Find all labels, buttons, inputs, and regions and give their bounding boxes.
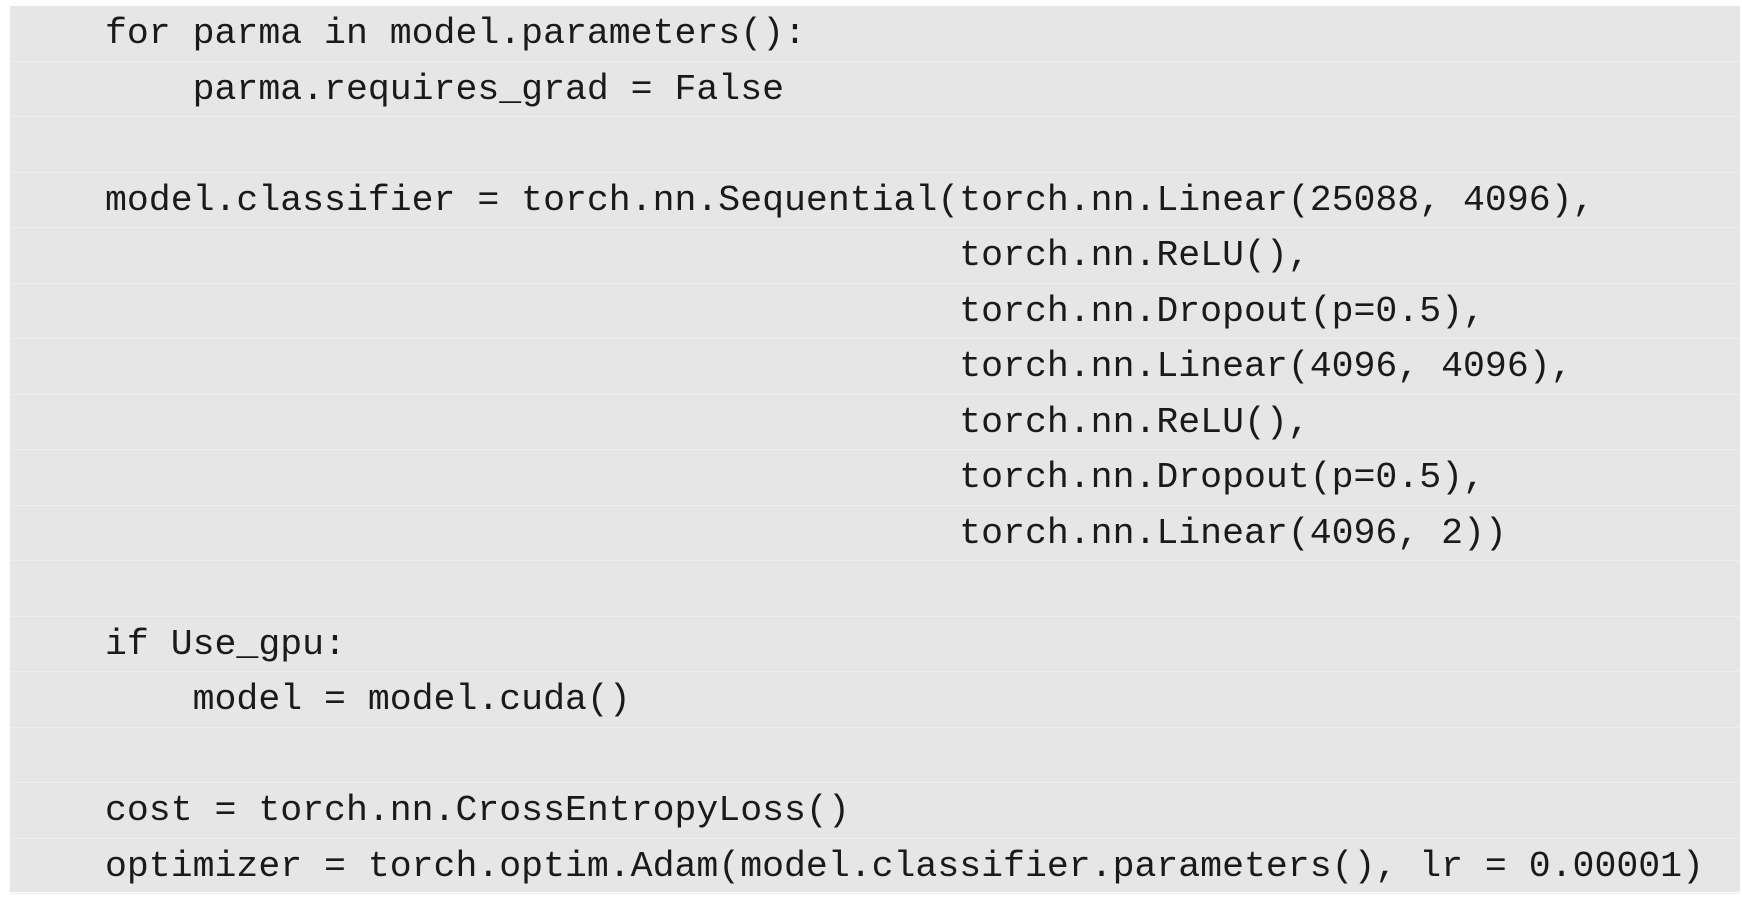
- code-line-text: optimizer = torch.optim.Adam(model.class…: [105, 845, 1704, 887]
- code-line: if Use_gpu:: [10, 617, 1740, 672]
- code-line: [10, 728, 1740, 783]
- code-line: cost = torch.nn.CrossEntropyLoss(): [10, 783, 1740, 839]
- code-line: [10, 561, 1740, 617]
- code-line: torch.nn.ReLU(),: [10, 228, 1740, 284]
- code-line: for parma in model.parameters():: [10, 6, 1740, 62]
- code-line: model = model.cuda(): [10, 672, 1740, 728]
- code-line: torch.nn.Linear(4096, 4096),: [10, 339, 1740, 395]
- code-line: torch.nn.Linear(4096, 2)): [10, 506, 1740, 561]
- code-line-text: torch.nn.ReLU(),: [105, 235, 1310, 276]
- code-line-text: torch.nn.Dropout(p=0.5),: [105, 457, 1485, 498]
- code-line-text: model = model.cuda(): [105, 679, 631, 720]
- code-line-text: torch.nn.ReLU(),: [105, 401, 1310, 443]
- code-line: [10, 117, 1740, 173]
- code-line-text: torch.nn.Dropout(p=0.5),: [105, 290, 1485, 332]
- code-line-text: parma.requires_grad = False: [105, 68, 785, 110]
- code-line: torch.nn.Dropout(p=0.5),: [10, 284, 1740, 339]
- code-line: model.classifier = torch.nn.Sequential(t…: [10, 173, 1740, 228]
- code-line-text: torch.nn.Linear(4096, 2)): [105, 512, 1507, 554]
- code-line-text: torch.nn.Linear(4096, 4096),: [105, 346, 1573, 387]
- code-line-text: if Use_gpu:: [105, 623, 346, 665]
- code-line-text: model.classifier = torch.nn.Sequential(t…: [105, 179, 1595, 221]
- code-line: torch.nn.ReLU(),: [10, 395, 1740, 450]
- code-line-text: cost = torch.nn.CrossEntropyLoss(): [105, 790, 850, 831]
- code-line-text: for parma in model.parameters():: [105, 13, 806, 54]
- code-line: parma.requires_grad = False: [10, 62, 1740, 117]
- code-line: optimizer = torch.optim.Adam(model.class…: [10, 839, 1740, 894]
- code-line: torch.nn.Dropout(p=0.5),: [10, 450, 1740, 506]
- code-block: for parma in model.parameters(): parma.r…: [10, 6, 1740, 894]
